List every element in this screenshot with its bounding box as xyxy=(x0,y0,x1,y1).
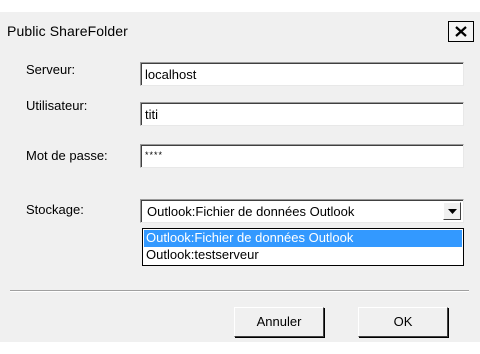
storage-dropdown-list: Outlook:Fichier de données Outlook Outlo… xyxy=(142,228,464,266)
title-bar[interactable]: Public ShareFolder xyxy=(0,16,480,44)
storage-select[interactable]: Outlook:Fichier de données Outlook xyxy=(140,199,464,223)
server-input[interactable]: localhost xyxy=(140,62,464,86)
server-label: Serveur: xyxy=(26,62,76,77)
dropdown-button[interactable] xyxy=(443,202,461,220)
password-label: Mot de passe: xyxy=(26,148,108,163)
window-title: Public ShareFolder xyxy=(7,23,128,39)
close-button[interactable] xyxy=(448,21,474,42)
ok-button[interactable]: OK xyxy=(358,307,448,337)
storage-option-selected[interactable]: Outlook:Fichier de données Outlook xyxy=(144,230,462,247)
chevron-down-icon xyxy=(448,209,457,214)
storage-label: Stockage: xyxy=(26,202,84,217)
user-label: Utilisateur: xyxy=(26,98,88,113)
password-input[interactable]: **** xyxy=(140,144,464,168)
close-icon xyxy=(455,26,467,37)
cancel-button[interactable]: Annuler xyxy=(234,307,324,337)
storage-option[interactable]: Outlook:testserveur xyxy=(144,247,462,264)
storage-selected-value: Outlook:Fichier de données Outlook xyxy=(147,204,355,219)
divider xyxy=(10,290,469,292)
user-input[interactable]: titi xyxy=(140,102,464,126)
